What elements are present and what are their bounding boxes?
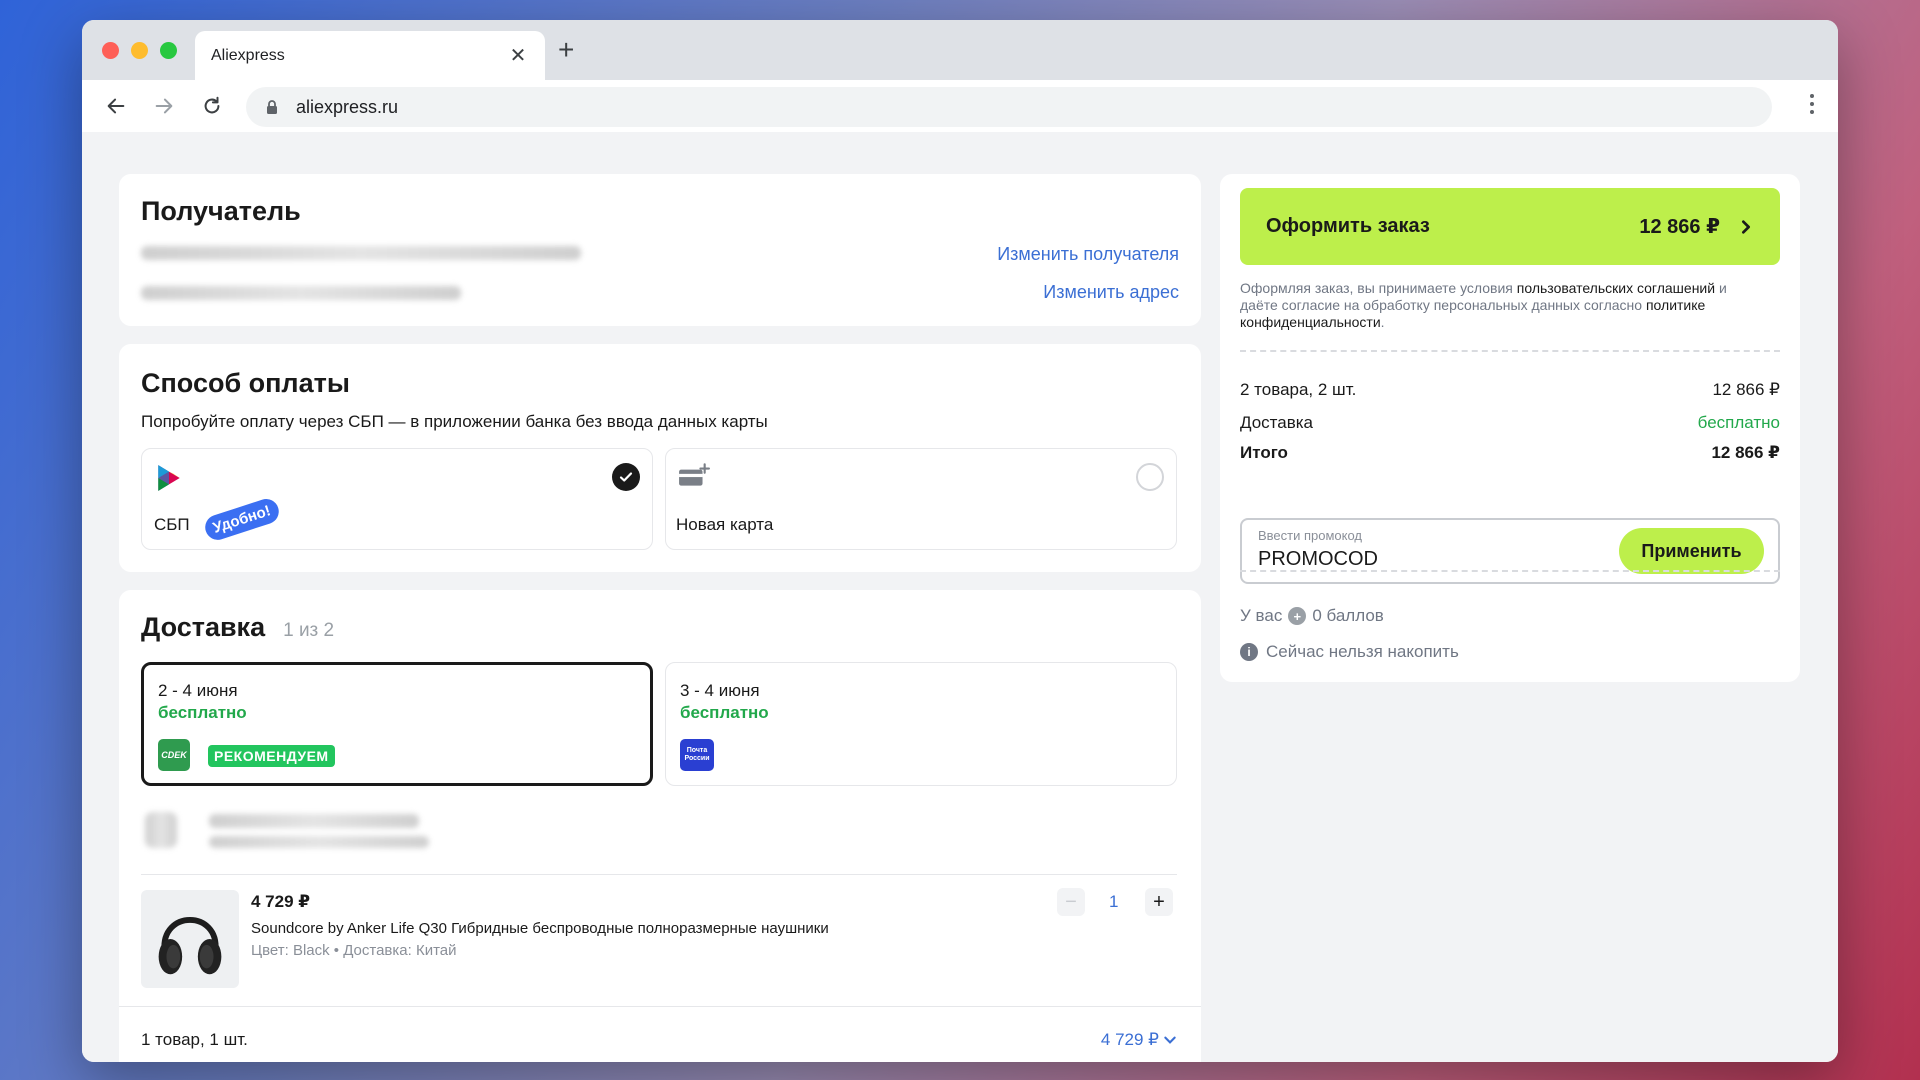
change-address-link[interactable]: Изменить адрес xyxy=(1043,282,1179,303)
payment-hint: Попробуйте оплату через СБП — в приложен… xyxy=(141,412,768,431)
order-summary-card: Оформить заказ 12 866 ₽ Оформляя заказ, … xyxy=(1220,174,1800,682)
decrease-quantity-button[interactable]: − xyxy=(1057,888,1085,916)
close-icon[interactable]: ✕ xyxy=(507,43,529,68)
dashed-divider xyxy=(1240,350,1780,352)
recipient-title: Получатель xyxy=(141,196,301,226)
product-price: 4 729 ₽ xyxy=(251,892,311,911)
items-total-value: 12 866 ₽ xyxy=(1712,380,1780,399)
radio-unselected[interactable] xyxy=(1136,463,1164,491)
headphones-icon xyxy=(158,916,222,975)
page-content: Получатель Изменить получателя Изменить … xyxy=(82,132,1838,1062)
address-bar[interactable]: aliexpress.ru xyxy=(246,87,1772,127)
points-coin-icon: + xyxy=(1288,607,1307,625)
reload-button[interactable] xyxy=(196,90,228,122)
promo-input-value[interactable]: PROMOCOD xyxy=(1258,548,1378,571)
product-meta: Цвет: Black • Доставка: Китай xyxy=(251,942,457,959)
delivery-option-cdek[interactable]: 2 - 4 июня бесплатно CDEK РЕКОМЕНДУЕМ xyxy=(141,662,653,786)
place-order-label: Оформить заказ xyxy=(1266,215,1430,237)
arrow-right-icon xyxy=(155,98,173,114)
back-button[interactable] xyxy=(100,90,132,122)
forward-button[interactable] xyxy=(148,90,180,122)
add-card-icon xyxy=(679,463,710,486)
russian-post-logo-icon: Почта России xyxy=(680,739,714,771)
tab-bar: Aliexpress ✕ + xyxy=(82,20,1838,80)
payment-title: Способ оплаты xyxy=(141,368,350,398)
quantity-value: 1 xyxy=(1109,892,1119,911)
points-note-row: i Сейчас нельзя накопить xyxy=(1240,642,1459,662)
selected-check-icon xyxy=(612,463,640,491)
payment-option-sbp[interactable]: СБП Удобно! xyxy=(141,448,653,550)
items-count-label: 2 товара, 2 шт. xyxy=(1240,380,1357,399)
delivery-footer-total-value: 4 729 ₽ xyxy=(1100,1030,1159,1049)
product-row: 4 729 ₽ Soundcore by Anker Life Q30 Гибр… xyxy=(141,888,1177,988)
payment-card: Способ оплаты Попробуйте оплату через СБ… xyxy=(119,344,1201,572)
window-controls xyxy=(102,42,177,59)
sbp-logo-icon xyxy=(158,465,180,491)
delivery-label: Доставка xyxy=(1240,413,1314,432)
chevron-right-icon xyxy=(1742,219,1750,234)
delivery-title: Доставка xyxy=(141,612,266,642)
terms-text: Оформляя заказ, вы принимаете условия по… xyxy=(1240,280,1727,330)
delivery-price: бесплатно xyxy=(680,703,769,722)
info-icon[interactable]: i xyxy=(1240,643,1258,661)
points-note: Сейчас нельзя накопить xyxy=(1266,642,1459,661)
menu-icon[interactable] xyxy=(1810,94,1814,114)
apply-promo-button[interactable]: Применить xyxy=(1619,528,1764,574)
url-text: aliexpress.ru xyxy=(296,96,399,117)
delivery-footer-total[interactable]: 4 729 ₽ xyxy=(1101,1030,1177,1050)
recipient-address-blurred xyxy=(141,286,461,300)
browser-toolbar: aliexpress.ru xyxy=(82,80,1838,132)
promo-code-field[interactable]: Ввести промокод PROMOCOD Применить xyxy=(1240,518,1780,584)
delivery-counter: 1 из 2 xyxy=(283,620,335,641)
product-name[interactable]: Soundcore by Anker Life Q30 Гибридные бе… xyxy=(251,920,829,937)
recipient-card: Получатель Изменить получателя Изменить … xyxy=(119,174,1201,326)
close-window-button[interactable] xyxy=(102,42,119,59)
tab-title: Aliexpress xyxy=(211,46,285,64)
dashed-divider xyxy=(1240,570,1780,572)
lock-icon xyxy=(267,100,277,114)
minimize-window-button[interactable] xyxy=(131,42,148,59)
browser-tab[interactable]: Aliexpress ✕ xyxy=(195,31,545,80)
maximize-window-button[interactable] xyxy=(160,42,177,59)
recommended-badge: РЕКОМЕНДУЕМ xyxy=(208,745,335,767)
total-label: Итого xyxy=(1240,443,1288,462)
recipient-name-blurred xyxy=(141,246,581,260)
promo-placeholder: Ввести промокод xyxy=(1258,528,1363,543)
reload-icon xyxy=(204,96,220,114)
points-prefix: У вас xyxy=(1240,606,1283,625)
sbp-label: СБП xyxy=(154,515,190,534)
cdek-logo-icon: CDEK xyxy=(158,739,190,771)
new-card-label: Новая карта xyxy=(676,515,774,534)
delivery-card: Доставка 1 из 2 2 - 4 июня бесплатно CDE… xyxy=(119,590,1201,1062)
place-order-button[interactable]: Оформить заказ 12 866 ₽ xyxy=(1240,188,1780,265)
divider xyxy=(119,1006,1201,1007)
delivery-header: Доставка 1 из 2 xyxy=(141,612,334,643)
delivery-date: 2 - 4 июня xyxy=(158,681,238,700)
delivery-value: бесплатно xyxy=(1697,413,1780,432)
place-order-total: 12 866 ₽ xyxy=(1639,216,1720,238)
chevron-down-icon xyxy=(1164,1036,1176,1044)
delivery-option-russian-post[interactable]: 3 - 4 июня бесплатно Почта России xyxy=(665,662,1177,786)
points-value: 0 баллов xyxy=(1312,606,1384,625)
delivery-date: 3 - 4 июня xyxy=(680,681,760,700)
user-agreements-link[interactable]: пользовательских соглашений xyxy=(1517,280,1715,296)
arrow-left-icon xyxy=(107,98,125,114)
delivery-footer-count: 1 товар, 1 шт. xyxy=(141,1030,248,1049)
total-value: 12 866 ₽ xyxy=(1711,443,1780,462)
payment-option-new-card[interactable]: Новая карта xyxy=(665,448,1177,550)
increase-quantity-button[interactable]: + xyxy=(1145,888,1173,916)
delivery-price: бесплатно xyxy=(158,703,247,722)
browser-window: Aliexpress ✕ + aliexpress.ru Получатель … xyxy=(82,20,1838,1062)
new-tab-button[interactable]: + xyxy=(558,34,574,66)
pickup-point-blurred xyxy=(141,802,1177,858)
points-row: У вас + 0 баллов xyxy=(1240,606,1384,626)
product-image[interactable] xyxy=(141,890,239,988)
change-recipient-link[interactable]: Изменить получателя xyxy=(997,244,1179,265)
divider xyxy=(141,874,1177,875)
convenient-badge: Удобно! xyxy=(201,495,282,544)
